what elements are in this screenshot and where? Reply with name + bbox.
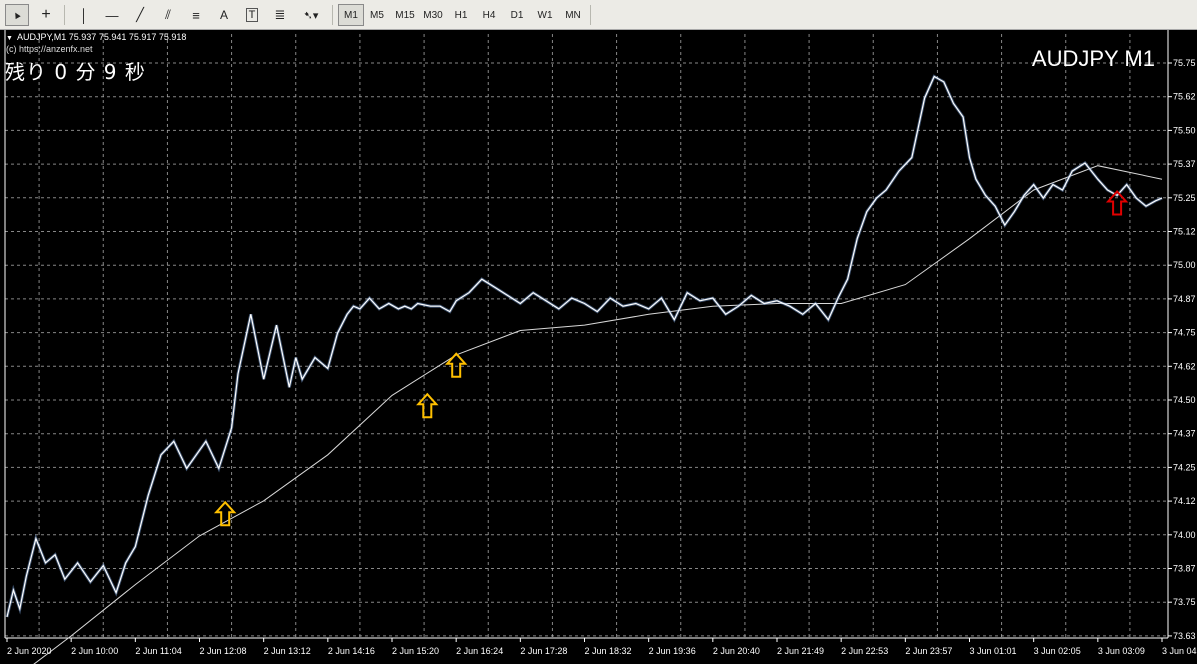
toolbar-divider [590, 5, 591, 25]
price-axis-label: 75.00 [1173, 260, 1196, 270]
time-axis-label: 2 Jun 11:04 [135, 646, 181, 656]
time-axis-label: 2 Jun 10:00 [71, 646, 118, 656]
time-axis-label: 2 Jun 15:20 [392, 646, 439, 656]
fibonacci-icon: ≡ [192, 7, 200, 23]
timeframe-label: M1 [344, 9, 358, 21]
copyright-text: (c) https://anzenfx.net [6, 44, 93, 54]
timeframe-h1-button[interactable]: H1 [448, 4, 474, 26]
price-axis-label: 75.75 [1173, 58, 1196, 68]
time-axis-label: 2 Jun 21:49 [777, 646, 824, 656]
candle-countdown: 残り 0 分 9 秒 [5, 60, 146, 84]
timeframe-d1-button[interactable]: D1 [504, 4, 530, 26]
horizontal-line-icon: — [105, 7, 119, 23]
timeframe-w1-button[interactable]: W1 [532, 4, 558, 26]
vertical-line-tool-button[interactable]: │ [72, 4, 96, 26]
trendline-icon: ╱ [136, 7, 144, 22]
vertical-line-icon: │ [79, 7, 89, 23]
price-axis-label: 74.87 [1173, 294, 1196, 304]
time-axis-label: 2 Jun 17:28 [520, 646, 567, 656]
time-axis-label: 2 Jun 16:24 [456, 646, 503, 656]
fibonacci-fan-icon: ≣ [274, 7, 286, 22]
toolbar: ▲ + │ — ╱ ⫽ ≡ A T ≣ ➷▾ M1 M5 M15 M30 H1 … [0, 0, 1197, 30]
chart-title: AUDJPY M1 [1031, 46, 1155, 71]
timeframe-m15-button[interactable]: M15 [392, 4, 418, 26]
price-axis-label: 74.12 [1173, 496, 1196, 506]
time-axis-label: 2 Jun 19:36 [649, 646, 696, 656]
timeframe-label: MN [565, 9, 581, 21]
symbol-dropdown-icon[interactable]: ▼ [6, 35, 13, 42]
price-axis-label: 75.50 [1173, 125, 1196, 135]
timeframe-m5-button[interactable]: M5 [364, 4, 390, 26]
time-axis-label: 2 Jun 14:16 [328, 646, 375, 656]
crosshair-icon: + [41, 6, 51, 23]
timeframe-label: M30 [423, 9, 443, 21]
timeframe-label: H1 [454, 9, 468, 21]
price-axis-label: 75.25 [1173, 193, 1196, 203]
timeframe-label: H4 [482, 9, 496, 21]
text-label-icon: T [245, 8, 259, 22]
toolbar-divider [332, 5, 333, 25]
text-label-tool-button[interactable]: T [240, 4, 264, 26]
price-axis-label: 73.63 [1173, 631, 1196, 641]
price-axis-label: 75.37 [1173, 159, 1196, 169]
price-chart[interactable]: 75.75 75.62 75.50 75.37 75.25 75.12 75.00 74.87… [0, 30, 1197, 664]
time-axis-label: 3 Jun 01:01 [970, 646, 1017, 656]
timeframe-m1-button[interactable]: M1 [338, 4, 364, 26]
crosshair-tool-button[interactable]: + [33, 4, 59, 26]
price-axis-label: 74.37 [1173, 429, 1196, 439]
price-axis-label: 74.50 [1173, 395, 1196, 405]
time-axis-label: 2 Jun 2020 [7, 646, 52, 656]
horizontal-line-tool-button[interactable]: — [100, 4, 124, 26]
time-axis-label: 2 Jun 18:32 [585, 646, 632, 656]
price-axis-label: 73.87 [1173, 564, 1196, 574]
timeframe-label: D1 [510, 9, 524, 21]
timeframe-label: M15 [395, 9, 415, 21]
text-tool-button[interactable]: A [212, 4, 236, 26]
arrows-menu-icon: ➷▾ [303, 9, 319, 22]
timeframe-h4-button[interactable]: H4 [476, 4, 502, 26]
time-axis-label: 2 Jun 23:57 [905, 646, 952, 656]
time-axis-label: 3 Jun 02:05 [1034, 646, 1081, 656]
time-axis-label: 3 Jun 04:13 [1162, 646, 1197, 656]
price-axis-label: 75.62 [1173, 92, 1196, 102]
time-axis-label: 2 Jun 13:12 [264, 646, 311, 656]
arrows-menu-button[interactable]: ➷▾ [296, 4, 326, 26]
cursor-tool-button[interactable]: ▲ [5, 4, 29, 26]
timeframe-m30-button[interactable]: M30 [420, 4, 446, 26]
chart-canvas[interactable]: 75.75 75.62 75.50 75.37 75.25 75.12 75.00 74.87… [0, 30, 1197, 664]
price-axis-label: 74.75 [1173, 328, 1196, 338]
symbol-info[interactable]: ▼ AUDJPY,M1 75.937 75.941 75.917 75.918 [6, 32, 186, 42]
timeframe-label: W1 [537, 9, 553, 21]
trendline-tool-button[interactable]: ╱ [128, 4, 152, 26]
symbol-quote-text: AUDJPY,M1 75.937 75.941 75.917 75.918 [16, 32, 187, 42]
time-axis-label: 2 Jun 12:08 [200, 646, 247, 656]
equidistant-channel-icon: ⫽ [165, 7, 171, 22]
timeframe-label: M5 [370, 9, 384, 21]
price-axis-label: 74.25 [1173, 462, 1196, 472]
price-axis-label: 73.75 [1173, 597, 1196, 607]
time-axis-label: 3 Jun 03:09 [1098, 646, 1145, 656]
price-axis-label: 74.00 [1173, 530, 1196, 540]
equidistant-channel-tool-button[interactable]: ⫽ [156, 4, 180, 26]
time-axis-label: 2 Jun 20:40 [713, 646, 760, 656]
timeframe-mn-button[interactable]: MN [560, 4, 586, 26]
time-axis-label: 2 Jun 22:53 [841, 646, 888, 656]
price-axis-label: 75.12 [1173, 227, 1196, 237]
price-axis-label: 74.62 [1173, 361, 1196, 371]
cursor-icon: ▲ [9, 7, 25, 23]
toolbar-divider [64, 5, 65, 25]
fibonacci-fan-tool-button[interactable]: ≣ [268, 4, 292, 26]
fibonacci-tool-button[interactable]: ≡ [184, 4, 208, 26]
text-icon: A [219, 8, 228, 22]
